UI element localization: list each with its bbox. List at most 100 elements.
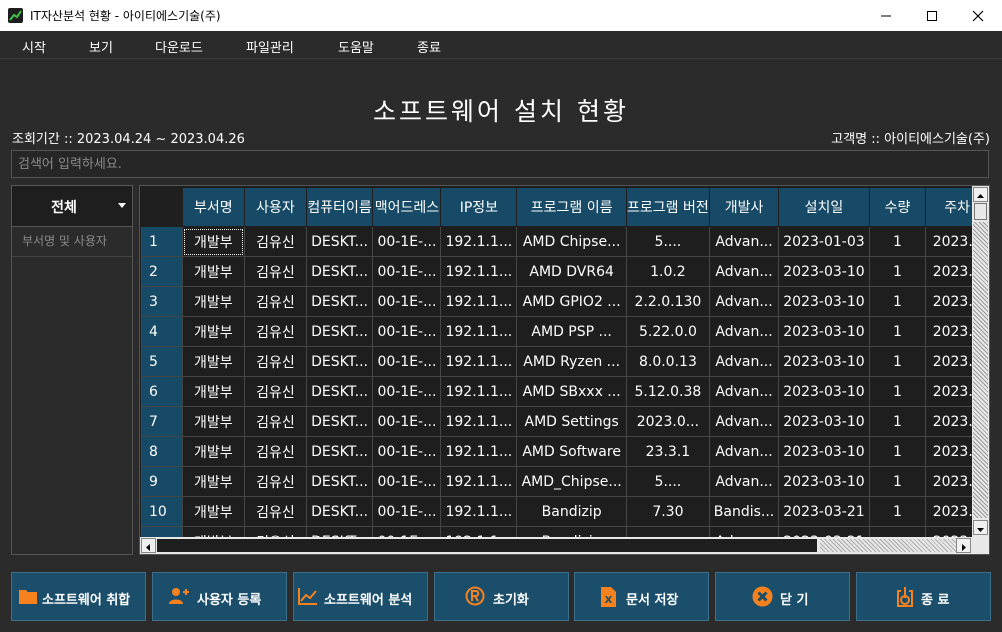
table-cell[interactable]: AMD Chipse... bbox=[516, 226, 628, 257]
table-cell[interactable]: 5.... bbox=[626, 466, 710, 497]
column-header[interactable]: 사용자 bbox=[244, 187, 307, 227]
close-window-button[interactable]: 닫 기 bbox=[715, 572, 850, 621]
table-cell[interactable]: 1 bbox=[868, 466, 927, 497]
table-cell[interactable]: 김유신 bbox=[244, 286, 307, 317]
column-header[interactable]: 수량 bbox=[868, 187, 927, 227]
table-cell[interactable]: 김유신 bbox=[244, 466, 307, 497]
department-combo[interactable]: 전체 bbox=[12, 186, 132, 227]
table-cell[interactable]: 2023-03-10 bbox=[778, 406, 870, 437]
table-cell[interactable]: 개발부 bbox=[181, 406, 246, 437]
table-cell[interactable]: 개발부 bbox=[181, 256, 246, 287]
horizontal-scrollbar[interactable] bbox=[140, 537, 989, 554]
table-cell[interactable]: 2023-03-10 bbox=[778, 346, 870, 377]
table-cell[interactable]: 23.3.1 bbox=[626, 436, 710, 467]
table-cell[interactable]: AMD DVR64 bbox=[516, 256, 628, 287]
menu-download[interactable]: 다운로드 bbox=[155, 37, 203, 56]
table-cell[interactable]: AMD Software bbox=[516, 436, 628, 467]
table-cell[interactable]: 192.1.1... bbox=[440, 466, 518, 497]
close-button[interactable] bbox=[955, 0, 1001, 31]
row-number[interactable]: 1 bbox=[141, 226, 183, 257]
table-cell[interactable]: 김유신 bbox=[244, 376, 307, 407]
analyze-software-button[interactable]: 소프트웨어 분석 bbox=[293, 572, 428, 621]
table-cell[interactable]: DESKT... bbox=[305, 286, 374, 317]
table-cell[interactable]: Advan... bbox=[708, 346, 780, 377]
table-row[interactable]: 4 개발부 김유신 DESKT... 00-1E-... 192.1.1... AMD PS… bbox=[141, 316, 989, 347]
table-cell[interactable]: DESKT... bbox=[305, 436, 374, 467]
table-cell[interactable]: 2023-03-10 bbox=[778, 376, 870, 407]
table-cell[interactable]: 1 bbox=[868, 226, 927, 257]
table-cell[interactable]: 1 bbox=[868, 406, 927, 437]
table-cell[interactable]: 00-1E-... bbox=[372, 256, 442, 287]
table-cell[interactable]: AMD GPIO2 ... bbox=[516, 286, 628, 317]
table-cell[interactable]: 개발부 bbox=[181, 466, 246, 497]
table-cell[interactable]: DESKT... bbox=[305, 226, 374, 257]
table-cell[interactable]: 00-1E-... bbox=[372, 286, 442, 317]
menu-start[interactable]: 시작 bbox=[22, 37, 46, 56]
table-row[interactable]: 7 개발부 김유신 DESKT... 00-1E-... 192.1.1... AMD Se… bbox=[141, 406, 989, 437]
column-header[interactable]: 컴퓨터이름 bbox=[305, 187, 374, 227]
table-cell[interactable]: 2023-03-21 bbox=[778, 496, 870, 527]
table-cell[interactable]: DESKT... bbox=[305, 376, 374, 407]
table-cell[interactable]: 00-1E-... bbox=[372, 436, 442, 467]
menu-file-management[interactable]: 파일관리 bbox=[246, 37, 294, 56]
filter-input[interactable] bbox=[22, 234, 126, 248]
table-cell[interactable]: Advan... bbox=[708, 406, 780, 437]
table-cell[interactable]: DESKT... bbox=[305, 256, 374, 287]
table-cell[interactable]: 김유신 bbox=[244, 346, 307, 377]
table-cell[interactable]: Advan... bbox=[708, 376, 780, 407]
table-cell[interactable]: 2023-03-10 bbox=[778, 256, 870, 287]
column-header[interactable]: 맥어드레스 bbox=[372, 187, 442, 227]
table-cell[interactable]: Advan... bbox=[708, 286, 780, 317]
collect-software-button[interactable]: 소프트웨어 취합 bbox=[11, 572, 146, 621]
table-cell[interactable]: 1 bbox=[868, 316, 927, 347]
reset-button[interactable]: 초기화 bbox=[434, 572, 569, 621]
row-number[interactable]: 9 bbox=[141, 466, 183, 497]
horizontal-scroll-thumb[interactable] bbox=[157, 539, 817, 552]
table-cell[interactable]: AMD SBxxx ... bbox=[516, 376, 628, 407]
row-number[interactable]: 6 bbox=[141, 376, 183, 407]
exit-button[interactable]: 종 료 bbox=[856, 572, 991, 621]
table-cell[interactable]: 2023-01-03 bbox=[778, 226, 870, 257]
scroll-down-button[interactable] bbox=[973, 520, 988, 535]
table-cell[interactable]: 00-1E-... bbox=[372, 406, 442, 437]
row-number[interactable]: 2 bbox=[141, 256, 183, 287]
table-cell[interactable]: 1.0.2 bbox=[626, 256, 710, 287]
table-cell[interactable]: AMD PSP ... bbox=[516, 316, 628, 347]
table-cell[interactable]: 김유신 bbox=[244, 496, 307, 527]
table-cell[interactable]: 00-1E-... bbox=[372, 316, 442, 347]
table-cell[interactable]: 2023-03-10 bbox=[778, 316, 870, 347]
column-header[interactable]: IP정보 bbox=[440, 187, 518, 227]
register-user-button[interactable]: 사용자 등록 bbox=[152, 572, 287, 621]
row-number[interactable]: 3 bbox=[141, 286, 183, 317]
row-number[interactable]: 7 bbox=[141, 406, 183, 437]
table-cell[interactable]: 5.22.0.0 bbox=[626, 316, 710, 347]
table-cell[interactable]: 2.2.0.130 bbox=[626, 286, 710, 317]
table-cell[interactable]: 8.0.0.13 bbox=[626, 346, 710, 377]
search-input[interactable] bbox=[18, 155, 978, 173]
table-cell[interactable]: 00-1E-... bbox=[372, 466, 442, 497]
table-row[interactable]: 2 개발부 김유신 DESKT... 00-1E-... 192.1.1... AMD DV… bbox=[141, 256, 989, 287]
table-row[interactable]: 6 개발부 김유신 DESKT... 00-1E-... 192.1.1... AMD SB… bbox=[141, 376, 989, 407]
table-cell[interactable]: 2023-03-10 bbox=[778, 436, 870, 467]
table-cell[interactable]: 192.1.1... bbox=[440, 316, 518, 347]
table-row[interactable]: 1 개발부 김유신 DESKT... 00-1E-... 192.1.1... AMD Ch… bbox=[141, 226, 989, 257]
table-cell[interactable]: 00-1E-... bbox=[372, 376, 442, 407]
row-number[interactable]: 5 bbox=[141, 346, 183, 377]
table-cell[interactable]: Advan... bbox=[708, 316, 780, 347]
table-cell[interactable]: 김유신 bbox=[244, 256, 307, 287]
column-header[interactable]: 프로그램 이름 bbox=[516, 187, 628, 227]
minimize-button[interactable] bbox=[863, 0, 909, 31]
table-cell[interactable]: Advan... bbox=[708, 466, 780, 497]
table-cell[interactable]: AMD_Chipse... bbox=[516, 466, 628, 497]
table-cell[interactable]: 192.1.1... bbox=[440, 436, 518, 467]
table-cell[interactable]: Advan... bbox=[708, 256, 780, 287]
table-cell[interactable]: DESKT... bbox=[305, 496, 374, 527]
menu-view[interactable]: 보기 bbox=[89, 37, 113, 56]
table-cell[interactable]: DESKT... bbox=[305, 346, 374, 377]
table-row[interactable]: 8 개발부 김유신 DESKT... 00-1E-... 192.1.1... AMD So… bbox=[141, 436, 989, 467]
table-cell[interactable]: 00-1E-... bbox=[372, 346, 442, 377]
vertical-scrollbar[interactable] bbox=[972, 186, 989, 537]
table-row[interactable]: 3 개발부 김유신 DESKT... 00-1E-... 192.1.1... AMD GP… bbox=[141, 286, 989, 317]
table-row[interactable]: 5 개발부 김유신 DESKT... 00-1E-... 192.1.1... AMD Ry… bbox=[141, 346, 989, 377]
scroll-right-button[interactable] bbox=[956, 538, 971, 553]
